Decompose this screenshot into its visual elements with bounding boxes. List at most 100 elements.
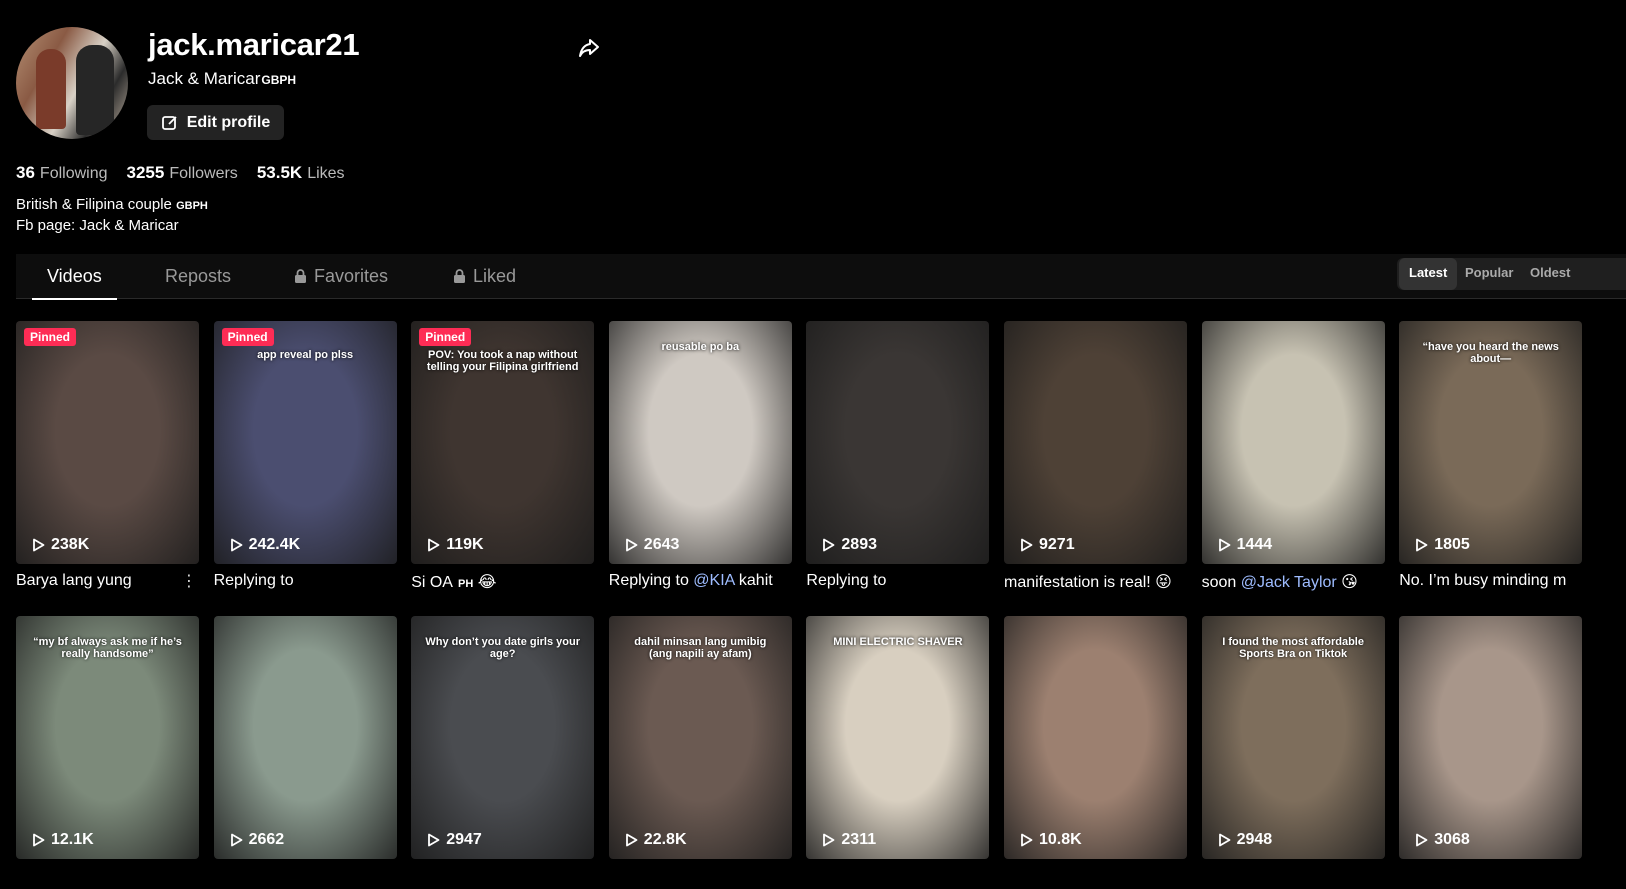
mention-link[interactable]: @KIA — [693, 572, 734, 589]
play-icon — [1416, 833, 1428, 847]
video-thumbnail[interactable]: Pinned app reveal po plss 242.4K — [213, 321, 397, 564]
lock-icon — [295, 268, 306, 283]
profile-tabs: Videos Reposts Favorites Liked — [16, 254, 1626, 300]
video-thumbnail[interactable]: 2893 — [806, 321, 990, 564]
play-icon — [625, 833, 638, 847]
video-thumbnail[interactable]: Pinned POV: You took a nap without tellin… — [411, 321, 595, 564]
video-caption: soon @Jack Taylor 😘 — [1201, 574, 1358, 591]
lock-icon — [454, 268, 465, 283]
video-thumbnail[interactable]: Pinned 238K — [16, 321, 199, 564]
more-options-icon[interactable]: ⋮ — [181, 571, 197, 591]
video-thumbnail[interactable]: dahil minsan lang umibig (ang napili ay … — [608, 616, 792, 859]
video-overlay-text: MINI ELECTRIC SHAVER — [833, 636, 963, 648]
play-icon — [1218, 833, 1230, 847]
stat-following[interactable]: 36 Following — [16, 163, 108, 183]
view-count: 1805 — [1415, 536, 1470, 554]
username: jack.maricar21 — [148, 27, 360, 62]
view-count: 22.8K — [625, 831, 687, 849]
video-caption: Replying to — [213, 572, 294, 589]
view-count: 119K — [427, 536, 484, 554]
view-count: 242.4K — [230, 536, 300, 554]
tab-liked[interactable]: Liked — [453, 254, 516, 298]
video-card[interactable]: 2662 — [213, 616, 397, 859]
play-icon — [625, 538, 638, 552]
video-card[interactable]: “my bf always ask me if he’s really hand… — [16, 616, 199, 859]
view-count: 9271 — [1020, 536, 1075, 554]
video-thumbnail[interactable]: 9271 — [1004, 321, 1187, 564]
video-card[interactable]: 1444 soon @Jack Taylor 😘 — [1201, 321, 1385, 592]
video-overlay-text: I found the most affordable Sports Bra o… — [1222, 636, 1364, 660]
video-thumbnail[interactable]: Why don’t you date girls your age? 2947 — [411, 616, 595, 859]
sort-toggle: Latest Popular Oldest — [1397, 258, 1626, 290]
video-overlay-text: “have you heard the news about— — [1422, 341, 1559, 365]
video-thumbnail[interactable]: 10.8K — [1004, 616, 1187, 859]
video-card[interactable]: Pinned 238K Barya lang yung ⋮ — [16, 321, 199, 590]
sort-oldest[interactable]: Oldest — [1520, 258, 1580, 290]
video-caption: manifestation is real! 😝 — [1004, 574, 1172, 591]
video-card[interactable]: dahil minsan lang umibig (ang napili ay … — [608, 616, 792, 859]
play-icon — [33, 538, 45, 552]
video-caption: Replying to @KIA kahit — [608, 572, 773, 589]
video-overlay-text: Why don’t you date girls your age? — [425, 636, 580, 660]
video-card[interactable]: 9271 manifestation is real! 😝 — [1004, 321, 1187, 592]
video-thumbnail[interactable]: MINI ELECTRIC SHAVER 2311 — [806, 616, 990, 859]
view-count: 10.8K — [1020, 831, 1082, 849]
video-thumbnail[interactable]: 3068 — [1399, 616, 1583, 859]
view-count: 2311 — [822, 831, 876, 849]
video-card[interactable]: Why don’t you date girls your age? 2947 — [411, 616, 595, 859]
mention-link[interactable]: @Jack Taylor — [1241, 574, 1337, 591]
video-card[interactable]: MINI ELECTRIC SHAVER 2311 — [806, 616, 990, 859]
video-card[interactable]: Pinned POV: You took a nap without tellin… — [411, 321, 595, 592]
sort-latest[interactable]: Latest — [1399, 258, 1458, 290]
video-thumbnail[interactable]: “have you heard the news about— 1805 — [1399, 321, 1583, 564]
video-card[interactable]: Pinned app reveal po plss 242.4K Replying t… — [213, 321, 397, 590]
video-thumbnail[interactable]: reusable po ba 2643 — [608, 321, 792, 564]
stat-likes: 53.5K Likes — [256, 163, 345, 182]
video-card[interactable]: reusable po ba 2643 Replying to @KIA kahit — [608, 321, 792, 590]
profile-stats: 36 Following 3255 Followers 53.5K Likes — [16, 163, 345, 183]
video-card[interactable]: I found the most affordable Sports Bra o… — [1201, 616, 1385, 859]
sort-popular[interactable]: Popular — [1455, 258, 1523, 290]
view-count: 2662 — [230, 831, 284, 849]
profile-avatar[interactable] — [16, 27, 128, 139]
view-count: 2893 — [822, 536, 877, 554]
play-icon — [823, 538, 835, 552]
video-overlay-text: dahil minsan lang umibig (ang napili ay … — [634, 636, 767, 660]
play-icon — [230, 833, 242, 847]
video-card[interactable]: 3068 — [1399, 616, 1583, 859]
video-thumbnail[interactable]: 2662 — [213, 616, 397, 859]
tab-favorites[interactable]: Favorites — [294, 254, 388, 298]
play-icon — [1021, 833, 1033, 847]
play-icon — [1218, 538, 1230, 552]
video-card[interactable]: 2893 Replying to — [806, 321, 990, 590]
share-button[interactable] — [576, 35, 602, 61]
play-icon — [428, 833, 440, 847]
video-caption: Barya lang yung — [16, 572, 132, 589]
view-count: 2643 — [625, 536, 679, 554]
pinned-badge: Pinned — [419, 328, 472, 346]
video-caption: Replying to — [806, 572, 887, 589]
play-icon — [428, 538, 440, 552]
video-card[interactable]: “have you heard the news about— 1805 No. I… — [1399, 321, 1583, 590]
view-count: 12.1K — [32, 831, 94, 849]
tab-videos[interactable]: Videos — [32, 254, 117, 300]
video-caption: Si OA PH 😂 — [411, 574, 497, 591]
tab-reposts[interactable]: Reposts — [165, 254, 231, 298]
video-overlay-text: “my bf always ask me if he’s really hand… — [33, 636, 182, 660]
video-overlay-text: POV: You took a nap without telling your… — [426, 349, 579, 373]
video-card[interactable]: 10.8K — [1004, 616, 1187, 859]
profile-header: jack.maricar21 Jack & MaricarGBPH Edit p… — [16, 27, 1616, 147]
video-overlay-text: reusable po ba — [661, 341, 740, 353]
video-thumbnail[interactable]: I found the most affordable Sports Bra o… — [1201, 616, 1385, 859]
view-count: 3068 — [1415, 831, 1470, 849]
pinned-badge: Pinned — [24, 328, 77, 346]
video-caption: No. I’m busy minding m — [1399, 572, 1567, 589]
video-thumbnail[interactable]: “my bf always ask me if he’s really hand… — [16, 616, 199, 859]
edit-profile-button[interactable]: Edit profile — [147, 105, 284, 140]
view-count: 238K — [32, 536, 89, 554]
view-count: 2947 — [427, 831, 482, 849]
video-overlay-text: app reveal po plss — [257, 349, 354, 361]
play-icon — [1021, 538, 1033, 552]
video-thumbnail[interactable]: 1444 — [1201, 321, 1385, 564]
stat-followers[interactable]: 3255 Followers — [127, 163, 238, 183]
